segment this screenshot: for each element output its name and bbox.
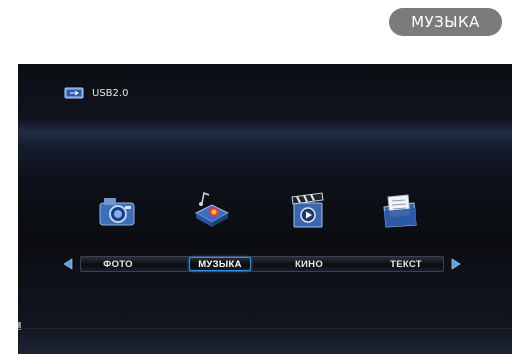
- arrow-right-icon[interactable]: [450, 258, 462, 270]
- text-documents-icon[interactable]: [378, 189, 420, 231]
- menu-item-music[interactable]: МУЗЫКА: [189, 257, 251, 271]
- device-label: USB2.0: [92, 87, 129, 99]
- bottom-strip: [18, 330, 512, 354]
- usb-drive-icon: [64, 87, 84, 99]
- section-label: МУЗЫКА: [389, 8, 502, 36]
- header-glow-band: [18, 119, 512, 147]
- tv-screen: USB2.0 ФОТО МУЗЫКА КИНО ТЕКСТ: [18, 64, 512, 354]
- arrow-left-icon[interactable]: [62, 258, 74, 270]
- device-source[interactable]: USB2.0: [64, 86, 128, 100]
- media-menu-bar: ФОТО МУЗЫКА КИНО ТЕКСТ: [80, 256, 444, 272]
- media-icon-row: [18, 189, 512, 233]
- menu-item-text[interactable]: ТЕКСТ: [377, 257, 435, 271]
- menu-item-movie[interactable]: КИНО: [281, 257, 337, 271]
- movie-clapper-icon[interactable]: [286, 189, 328, 231]
- music-projector-icon[interactable]: [190, 189, 232, 231]
- menu-item-photo[interactable]: ФОТО: [89, 257, 147, 271]
- photo-camera-icon[interactable]: [96, 189, 138, 231]
- divider: [18, 328, 512, 329]
